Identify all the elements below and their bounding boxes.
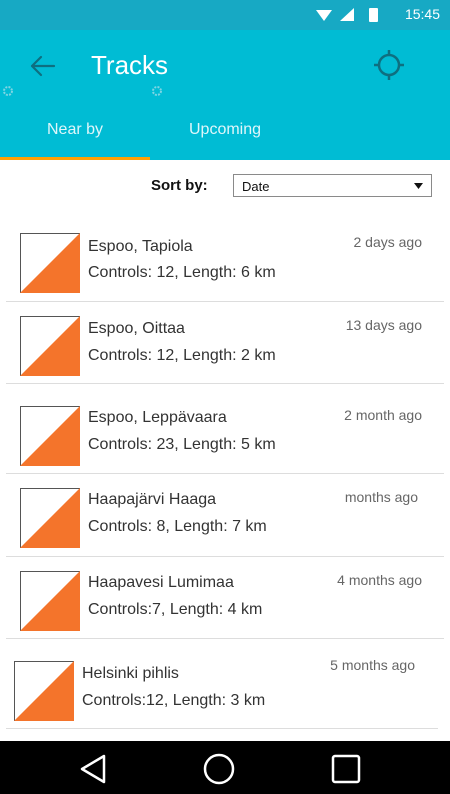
track-details: Controls:12, Length: 3 km	[82, 692, 266, 709]
signal-icon	[340, 8, 354, 21]
track-details: Controls: 8, Length: 7 km	[88, 518, 267, 535]
tab-upcoming[interactable]: Upcoming	[150, 114, 300, 160]
track-date: 2 days ago	[353, 234, 423, 250]
gear-icon	[3, 86, 13, 96]
track-name: Helsinki pihlis	[82, 665, 179, 682]
sort-selected-value: Date	[242, 179, 270, 194]
tab-upcoming-label: Upcoming	[188, 121, 262, 138]
status-icons	[316, 8, 378, 22]
track-date: 4 months ago	[337, 572, 422, 588]
list-item[interactable]: Haapavesi Lumimaa Controls:7, Length: 4 …	[0, 557, 450, 639]
track-name: Espoo, Tapiola	[88, 238, 193, 255]
back-arrow-icon[interactable]	[26, 48, 62, 84]
track-name: Haapavesi Lumimaa	[88, 574, 234, 591]
navigation-bar	[0, 741, 450, 794]
list-item[interactable]: Helsinki pihlis Controls:12, Length: 3 k…	[0, 639, 450, 729]
track-name: Espoo, Leppävaara	[88, 409, 227, 426]
orienteering-flag-icon	[20, 406, 80, 466]
list-item[interactable]: Espoo, Leppävaara Controls: 23, Length: …	[0, 384, 450, 474]
dropdown-arrow-icon	[414, 183, 423, 189]
tab-near-by[interactable]: Near by	[0, 114, 150, 160]
app-bar: Tracks Near by Upcoming	[0, 30, 450, 160]
tab-near-by-label: Near by	[46, 121, 104, 138]
home-circle-icon[interactable]	[201, 751, 237, 787]
sort-select[interactable]: Date	[233, 174, 432, 197]
track-date: 13 days ago	[345, 317, 422, 333]
track-date: 2 month ago	[344, 407, 422, 423]
orienteering-flag-icon	[20, 571, 80, 631]
orienteering-flag-icon	[20, 316, 80, 376]
wifi-icon	[316, 10, 332, 21]
track-name: Haapajärvi Haaga	[88, 491, 217, 508]
list-item[interactable]: Espoo, Oittaa Controls: 12, Length: 2 km…	[0, 302, 450, 384]
page-title: Tracks	[91, 50, 169, 80]
sort-row: Sort by: Date	[0, 160, 450, 216]
recents-square-icon[interactable]	[328, 751, 364, 787]
track-details: Controls:7, Length: 4 km	[88, 601, 263, 618]
list-item[interactable]: Haapajärvi Haaga Controls: 8, Length: 7 …	[0, 474, 450, 557]
track-details: Controls: 23, Length: 5 km	[88, 436, 276, 453]
battery-icon	[369, 8, 378, 22]
list-item[interactable]: Espoo, Tapiola Controls: 12, Length: 6 k…	[0, 216, 450, 302]
back-triangle-icon[interactable]	[75, 751, 111, 787]
orienteering-flag-icon	[20, 488, 80, 548]
orienteering-flag-icon	[20, 233, 80, 293]
locate-icon[interactable]	[371, 47, 407, 83]
orienteering-flag-icon	[14, 661, 74, 721]
sort-label: Sort by:	[151, 177, 208, 194]
gear-icon	[152, 86, 162, 96]
track-name: Espoo, Oittaa	[88, 320, 185, 337]
track-details: Controls: 12, Length: 2 km	[88, 347, 276, 364]
divider	[6, 728, 438, 729]
status-time: 15:45	[404, 6, 440, 22]
track-details: Controls: 12, Length: 6 km	[88, 264, 276, 281]
status-bar: 15:45	[0, 0, 450, 30]
track-date: 5 months ago	[330, 657, 415, 673]
track-date: months ago	[344, 489, 418, 505]
